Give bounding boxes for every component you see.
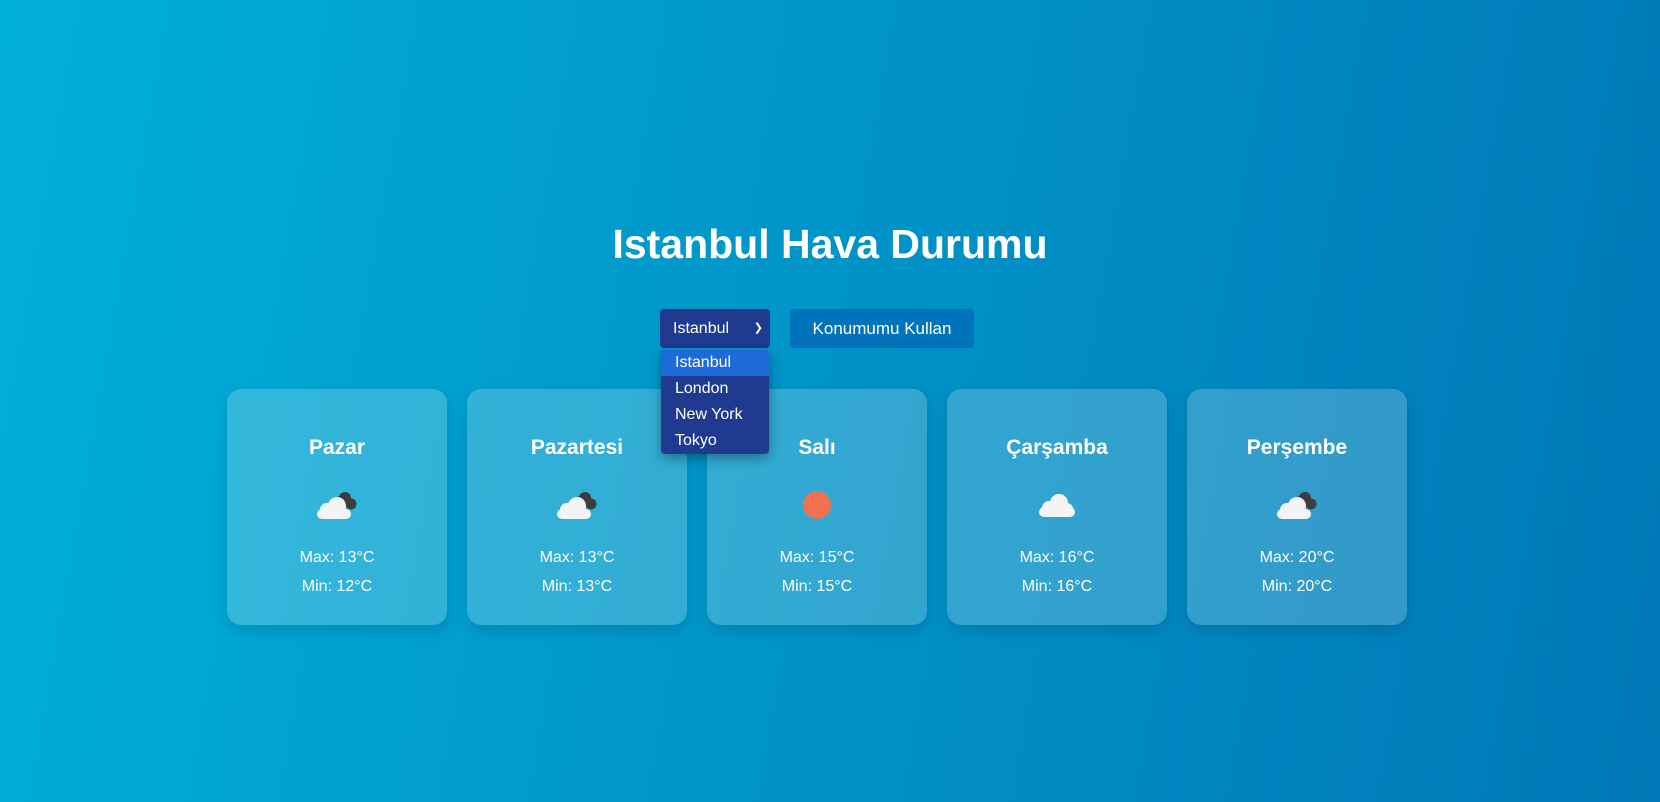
- forecast-max: Max: 20°C: [1259, 549, 1335, 566]
- forecast-card: Pazar Max: 13°C Min: 12°C: [227, 389, 447, 625]
- cloud-dark-cloud-icon: [317, 492, 357, 519]
- forecast-day: Pazar: [308, 436, 366, 459]
- forecast-day: Çarşamba: [1006, 436, 1108, 459]
- city-dropdown-list: Istanbul London New York Tokyo: [661, 350, 769, 454]
- forecast-min: Min: 16°C: [1021, 578, 1093, 595]
- city-option-tokyo[interactable]: Tokyo: [661, 428, 769, 454]
- forecast-day: Perşembe: [1246, 436, 1348, 459]
- forecast-day: Pazartesi: [530, 436, 624, 459]
- forecast-max: Max: 13°C: [539, 549, 615, 566]
- city-option-london[interactable]: London: [661, 376, 769, 402]
- use-location-button[interactable]: Konumumu Kullan: [790, 309, 974, 348]
- page-title: Istanbul Hava Durumu: [612, 221, 1048, 267]
- forecast-min: Min: 12°C: [301, 578, 373, 595]
- forecast-min: Min: 13°C: [541, 578, 613, 595]
- forecast-max: Max: 16°C: [1019, 549, 1095, 566]
- forecast-max: Max: 13°C: [299, 549, 375, 566]
- city-select-value: Istanbul: [673, 320, 730, 337]
- cloud-dark-cloud-icon: [1277, 492, 1317, 519]
- city-select[interactable]: Istanbul ❯: [660, 309, 770, 348]
- forecast-card: Çarşamba Max: 16°C Min: 16°C: [947, 389, 1167, 625]
- cloud-dark-cloud-icon: [557, 492, 597, 519]
- forecast-card: Pazartesi Max: 13°C Min: 13°C: [467, 389, 687, 625]
- forecast-min: Min: 15°C: [781, 578, 853, 595]
- cloud-icon: [1039, 494, 1075, 517]
- forecast-min: Min: 20°C: [1261, 578, 1333, 595]
- forecast-max: Max: 15°C: [779, 549, 855, 566]
- city-option-new-york[interactable]: New York: [661, 402, 769, 428]
- city-option-istanbul[interactable]: Istanbul: [661, 350, 769, 376]
- sun-icon: [803, 491, 831, 519]
- forecast-card: Perşembe Max: 20°C Min: 20°C: [1187, 389, 1407, 625]
- chevron-down-icon: ❯: [753, 322, 763, 334]
